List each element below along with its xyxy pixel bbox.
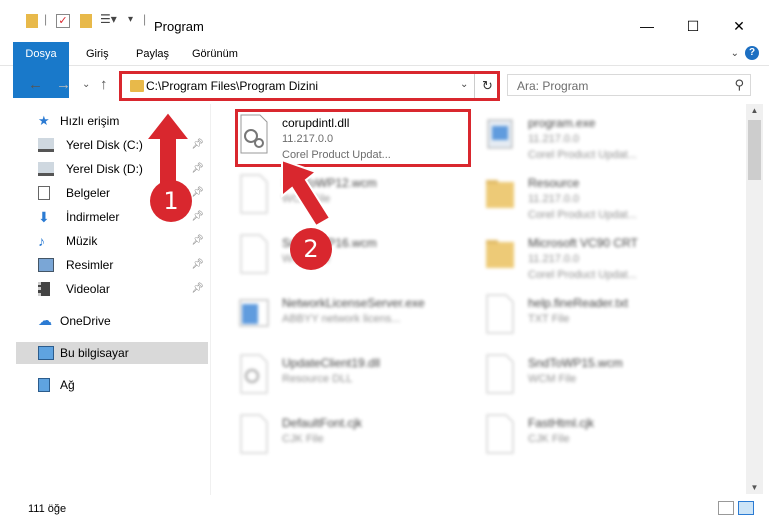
arrow-up-to-address: [143, 110, 193, 186]
step-2-badge: 2: [290, 228, 332, 270]
step-1-badge: 1: [150, 180, 192, 222]
arrow-to-file: [281, 158, 332, 228]
annotation-arrows: [143, 110, 332, 228]
